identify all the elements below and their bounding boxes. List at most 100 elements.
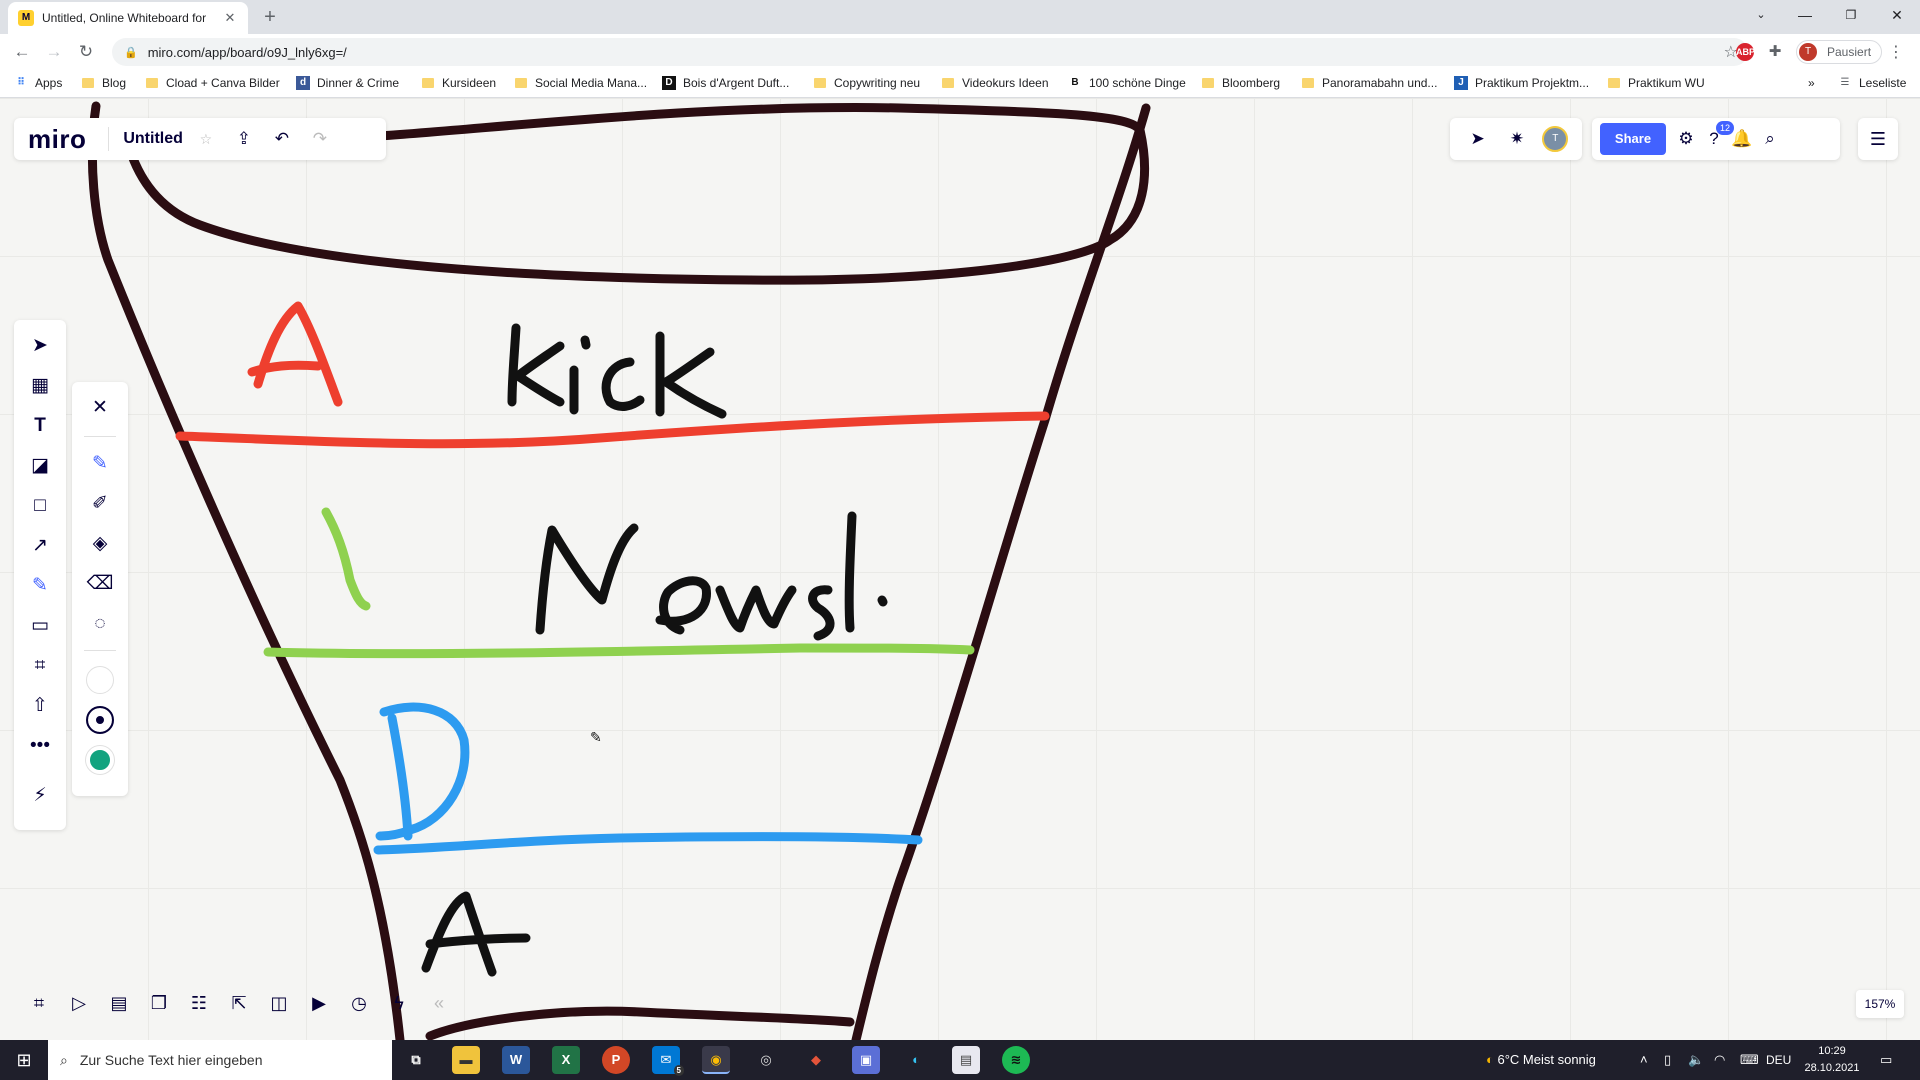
bookmark-item[interactable]: Copywriting neu <box>814 76 920 90</box>
weather-widget[interactable]: ◐ 6°C Meist sonnig <box>1486 1040 1596 1080</box>
frames-icon[interactable]: ⌗ <box>24 988 54 1018</box>
bookmark-item[interactable]: Cload + Canva Bilder <box>146 76 280 90</box>
user-avatar[interactable]: T <box>1542 126 1569 152</box>
miro-board-canvas[interactable]: ✎ <box>0 98 1920 1040</box>
reload-icon[interactable]: ↻ <box>72 38 100 66</box>
bookmark-item[interactable]: d Dinner & Crime <box>296 76 399 90</box>
clock[interactable]: 10:29 28.10.2021 <box>1796 1043 1868 1077</box>
cursor-follow-icon[interactable]: ➤ <box>1464 125 1492 153</box>
apps-plug-icon[interactable]: ⚡ <box>24 780 56 812</box>
screenshot-icon[interactable]: ◫ <box>264 988 294 1018</box>
export-icon[interactable]: ⇪ <box>229 124 259 154</box>
eraser-icon[interactable]: ⌫ <box>84 568 116 600</box>
app-icon[interactable]: ◆ <box>802 1046 830 1074</box>
lightning-icon[interactable]: ϟ <box>384 988 414 1018</box>
windows-start-icon[interactable]: ⊞ <box>0 1040 48 1080</box>
edge-icon[interactable]: ◐ <box>902 1046 930 1074</box>
app-icon[interactable]: ▣ <box>852 1046 880 1074</box>
new-tab-button[interactable]: + <box>258 6 282 29</box>
extensions-puzzle-icon[interactable]: ✚ <box>1766 43 1784 61</box>
share-screen-icon[interactable]: ⇱ <box>224 988 254 1018</box>
language-indicator[interactable]: DEU <box>1766 1040 1791 1080</box>
task-view-icon[interactable]: ⧉ <box>402 1046 430 1074</box>
adblock-extension-icon[interactable]: ABP <box>1736 43 1755 61</box>
color-swatch-green[interactable] <box>86 746 114 774</box>
help-icon[interactable]: ? 12 <box>1700 121 1734 153</box>
tab-search-icon[interactable]: ⌄ <box>1738 0 1784 30</box>
bookmark-item[interactable]: Blog <box>82 76 126 90</box>
obs-icon[interactable]: ◎ <box>752 1046 780 1074</box>
templates-icon[interactable]: ▦ <box>24 370 56 402</box>
wifi-icon[interactable]: ◠ <box>1714 1040 1725 1080</box>
comment-icon[interactable]: ▭ <box>24 610 56 642</box>
notification-center-icon[interactable]: ▭ <box>1880 1040 1892 1080</box>
sticky-note-icon[interactable]: ◪ <box>24 450 56 482</box>
connection-line-icon[interactable]: ↗ <box>24 530 56 562</box>
comments-icon[interactable]: ▤ <box>104 988 134 1018</box>
browser-tab-miro[interactable]: M Untitled, Online Whiteboard for ✕ <box>8 2 248 34</box>
minimize-button[interactable]: — <box>1782 0 1828 30</box>
search-icon[interactable]: ⌕ <box>1756 125 1784 153</box>
thickness-medium-swatch[interactable] <box>86 706 114 734</box>
close-icon[interactable]: ✕ <box>84 392 116 424</box>
reading-list[interactable]: ☰ Leseliste <box>1838 76 1907 90</box>
bookmark-item[interactable]: Social Media Mana... <box>515 76 647 90</box>
forward-arrow-icon[interactable]: → <box>40 38 68 66</box>
share-button[interactable]: Share <box>1600 123 1666 155</box>
board-title[interactable]: Untitled <box>123 130 183 148</box>
back-arrow-icon[interactable]: ← <box>8 38 36 66</box>
network-icon[interactable]: ▯ <box>1664 1040 1671 1080</box>
mail-icon[interactable]: ✉ 5 <box>652 1046 684 1076</box>
smart-drawing-icon[interactable]: ◈ <box>84 528 116 560</box>
bookmark-overflow[interactable]: » <box>1808 76 1815 90</box>
tab-close-icon[interactable]: ✕ <box>222 10 238 26</box>
undo-icon[interactable]: ↶ <box>267 124 297 154</box>
board-list-icon[interactable]: ☰ <box>1858 118 1898 160</box>
celebrate-icon[interactable]: ✷ <box>1503 125 1531 153</box>
bookmark-item[interactable]: D Bois d'Argent Duft... <box>662 76 789 90</box>
chrome-menu-icon[interactable]: ⋮ <box>1888 42 1904 62</box>
presentation-icon[interactable]: ▷ <box>64 988 94 1018</box>
cards-icon[interactable]: ❐ <box>144 988 174 1018</box>
more-tools-icon[interactable]: ••• <box>24 730 56 762</box>
bookmark-item[interactable]: Praktikum WU <box>1608 76 1705 90</box>
video-icon[interactable]: ▶ <box>304 988 334 1018</box>
timer-icon[interactable]: ◷ <box>344 988 374 1018</box>
bell-icon[interactable]: 🔔 <box>1728 125 1756 153</box>
zoom-level[interactable]: 157% <box>1856 990 1904 1018</box>
text-tool-icon[interactable]: T <box>24 410 56 442</box>
bookmark-apps[interactable]: ⠿ Apps <box>14 76 62 90</box>
star-icon[interactable]: ☆ <box>191 124 221 154</box>
bookmark-item[interactable]: Bloomberg <box>1202 76 1280 90</box>
redo-icon[interactable]: ↷ <box>305 124 335 154</box>
bookmark-item[interactable]: Panoramabahn und... <box>1302 76 1437 90</box>
address-bar[interactable]: 🔒 miro.com/app/board/o9J_lnly6xg=/ ☆ <box>112 38 1748 66</box>
tray-chevron-icon[interactable]: ˄ <box>1640 1040 1648 1080</box>
thickness-small-swatch[interactable] <box>86 666 114 694</box>
bookmark-item[interactable]: Videokurs Ideen <box>942 76 1049 90</box>
miro-logo[interactable]: miro <box>14 124 100 155</box>
highlighter-icon[interactable]: ✐ <box>84 488 116 520</box>
profile-button[interactable]: T Pausiert <box>1796 40 1882 64</box>
collapse-icon[interactable]: « <box>424 988 454 1018</box>
pen-icon[interactable]: ✎ <box>84 448 116 480</box>
lasso-icon[interactable]: ◌ <box>84 608 116 640</box>
chrome-icon[interactable]: ◉ <box>702 1046 730 1074</box>
word-icon[interactable]: W <box>502 1046 530 1074</box>
frame-icon[interactable]: ⌗ <box>24 650 56 682</box>
shape-tool-icon[interactable]: □ <box>24 490 56 522</box>
kanban-icon[interactable]: ☷ <box>184 988 214 1018</box>
pen-tool-icon[interactable]: ✎ <box>24 570 56 602</box>
volume-icon[interactable]: 🔈 <box>1688 1040 1704 1080</box>
powerpoint-icon[interactable]: P <box>602 1046 630 1074</box>
select-cursor-icon[interactable]: ➤ <box>24 330 56 362</box>
upload-icon[interactable]: ⇧ <box>24 690 56 722</box>
bookmark-item[interactable]: J Praktikum Projektm... <box>1454 76 1589 90</box>
keyboard-icon[interactable]: ⌨ <box>1740 1040 1759 1080</box>
notepad-icon[interactable]: ▤ <box>952 1046 980 1074</box>
spotify-icon[interactable]: ≋ <box>1002 1046 1030 1074</box>
excel-icon[interactable]: X <box>552 1046 580 1074</box>
restore-button[interactable]: ❐ <box>1828 0 1874 30</box>
file-explorer-icon[interactable]: ▬ <box>452 1046 480 1074</box>
settings-sliders-icon[interactable]: ⚙ <box>1672 125 1700 153</box>
